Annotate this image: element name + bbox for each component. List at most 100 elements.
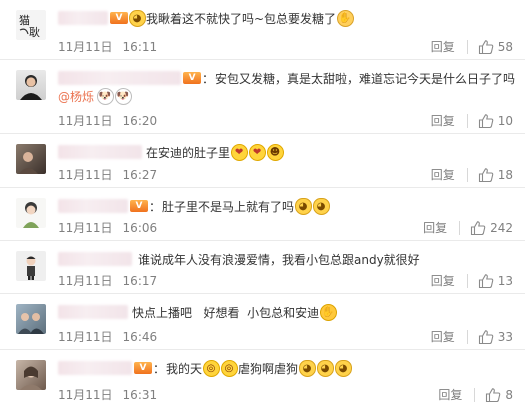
username-blurred[interactable] [58,199,128,213]
shy-emoji-icon: ❤ [248,143,266,161]
divider [466,329,468,344]
cat-emoji-icon: ◕ [312,197,330,215]
like-button[interactable]: 58 [478,39,513,55]
shy-emoji-icon: ❤ [230,143,248,161]
comment-text: 快点上播吧 好想看 小包总和安迪 [132,305,320,320]
comment-date: 11月11日 [58,274,113,288]
like-count: 18 [497,167,513,182]
comment-item: V ： 我的天 ◎ ◎ 虐狗啊虐狗 ◕ ◕ ◕ 11月11日 16:31 回复 … [0,350,525,407]
cat-emoji-icon: ◕ [294,197,312,215]
like-count: 8 [505,387,513,402]
comment-text: 肚子里不是马上就有了吗 [162,199,295,214]
reply-button[interactable]: 回复 [431,166,455,183]
comment-date: 11月11日 [58,388,113,402]
username-blurred[interactable] [58,11,108,25]
cat-emoji-icon: ◕ [334,359,352,377]
comment-item: 在安迪的肚子里 ❤ ❤ ☻ 11月11日 16:27 回复 18 [0,134,525,188]
like-button[interactable]: 10 [478,113,513,129]
like-count: 58 [497,39,513,54]
comment-item: V ： 肚子里不是马上就有了吗 ◕ ◕ 11月11日 16:06 回复 242 [0,188,525,241]
username-blurred[interactable] [58,145,142,159]
thumbs-up-icon [471,220,486,235]
vip-badge-icon: V [183,72,201,84]
shocked-emoji-icon: ◎ [202,359,220,377]
comment-item: 谁说成年人没有浪漫爱情，我看小包总跟andy就很好 11月11日 16:17 回… [0,241,525,294]
comment-date: 11月11日 [58,114,113,128]
shocked-emoji-icon: ◎ [220,359,238,377]
avatar[interactable] [16,70,46,100]
comment-text: 在安迪的肚子里 [146,145,231,160]
divider [466,273,468,288]
like-count: 242 [490,220,513,235]
reply-button[interactable]: 回复 [431,38,455,55]
like-button[interactable]: 18 [478,167,513,183]
cat-emoji-icon: ◕ [128,9,146,27]
avatar[interactable]: 猫 耿 [16,10,46,40]
like-button[interactable]: 242 [470,220,513,236]
comment-text: 我瞅着这不就快了吗~包总要发糖了 [146,11,337,26]
comment-date: 11月11日 [58,221,113,235]
like-count: 10 [497,113,513,128]
reply-button[interactable]: 回复 [431,272,455,289]
username-blurred[interactable] [58,71,182,85]
comment-date: 11月11日 [58,40,113,54]
like-button[interactable]: 33 [478,329,513,345]
comment-item: 快点上播吧 好想看 小包总和安迪 ✋ 11月11日 16:46 回复 33 [0,294,525,350]
avatar[interactable] [16,144,46,174]
hug-emoji-icon: ✋ [319,303,337,321]
comment-time: 16:31 [122,387,158,402]
comment-item: V ： 安包又发糖，真是太甜啦，难道忘记今天是什么日子了吗 @杨烁 🐶 🐶 11… [0,60,525,134]
dog-emoji-icon: 🐶 [114,88,132,105]
comment-date: 11月11日 [58,168,113,182]
comment-text: 安包又发糖，真是太甜啦，难道忘记今天是什么日子了吗 [214,71,515,86]
reply-button[interactable]: 回复 [423,219,447,236]
comment-time: 16:27 [122,167,158,182]
username-blurred[interactable] [58,361,132,375]
avatar[interactable] [16,304,46,334]
grin-emoji-icon: ☻ [266,143,284,161]
comment-date: 11月11日 [58,330,113,344]
thumbs-up-icon [478,113,494,128]
thumbs-up-icon [486,387,501,402]
comment-time: 16:06 [122,220,158,235]
vip-badge-icon: V [134,362,152,374]
cat-emoji-icon: ◕ [298,359,316,377]
username-blurred[interactable] [58,252,132,266]
username-blurred[interactable] [58,305,128,319]
like-button[interactable]: 13 [478,273,513,289]
vip-badge-icon: V [130,200,148,212]
like-count: 13 [497,273,513,288]
comment-item: 猫 耿 V ◕ 我瞅着这不就快了吗~包总要发糖了 ✋ 11月11日 16:11 … [0,0,525,60]
thumbs-up-icon [478,39,494,54]
cat-emoji-icon: ◕ [316,359,334,377]
avatar[interactable] [16,360,46,390]
comment-text: 我的天 [166,361,203,376]
comment-list: 猫 耿 V ◕ 我瞅着这不就快了吗~包总要发糖了 ✋ 11月11日 16:11 … [0,0,525,407]
vip-badge-icon: V [110,12,128,24]
divider [466,167,468,182]
divider [474,387,476,402]
reply-button[interactable]: 回复 [438,386,462,403]
like-button[interactable]: 8 [485,387,513,403]
svg-text:耿: 耿 [29,25,40,39]
dog-emoji-icon: 🐶 [96,88,114,105]
divider [459,220,461,235]
comment-time: 16:11 [122,39,158,54]
avatar[interactable] [16,198,46,228]
comment-text: 谁说成年人没有浪漫爱情，我看小包总跟andy就很好 [138,252,420,267]
comment-time: 16:46 [122,329,158,344]
divider [466,39,468,54]
comment-time: 16:20 [122,113,158,128]
reply-button[interactable]: 回复 [431,112,455,129]
reply-button[interactable]: 回复 [431,328,455,345]
mention-link[interactable]: @杨烁 [58,88,94,105]
like-count: 33 [497,329,513,344]
divider [466,113,468,128]
pray-emoji-icon: ✋ [336,9,354,27]
thumbs-up-icon [478,329,494,344]
comment-time: 16:17 [122,273,158,288]
thumbs-up-icon [478,273,494,288]
avatar[interactable] [16,251,46,281]
thumbs-up-icon [478,167,494,182]
comment-text: 虐狗啊虐狗 [238,361,299,376]
